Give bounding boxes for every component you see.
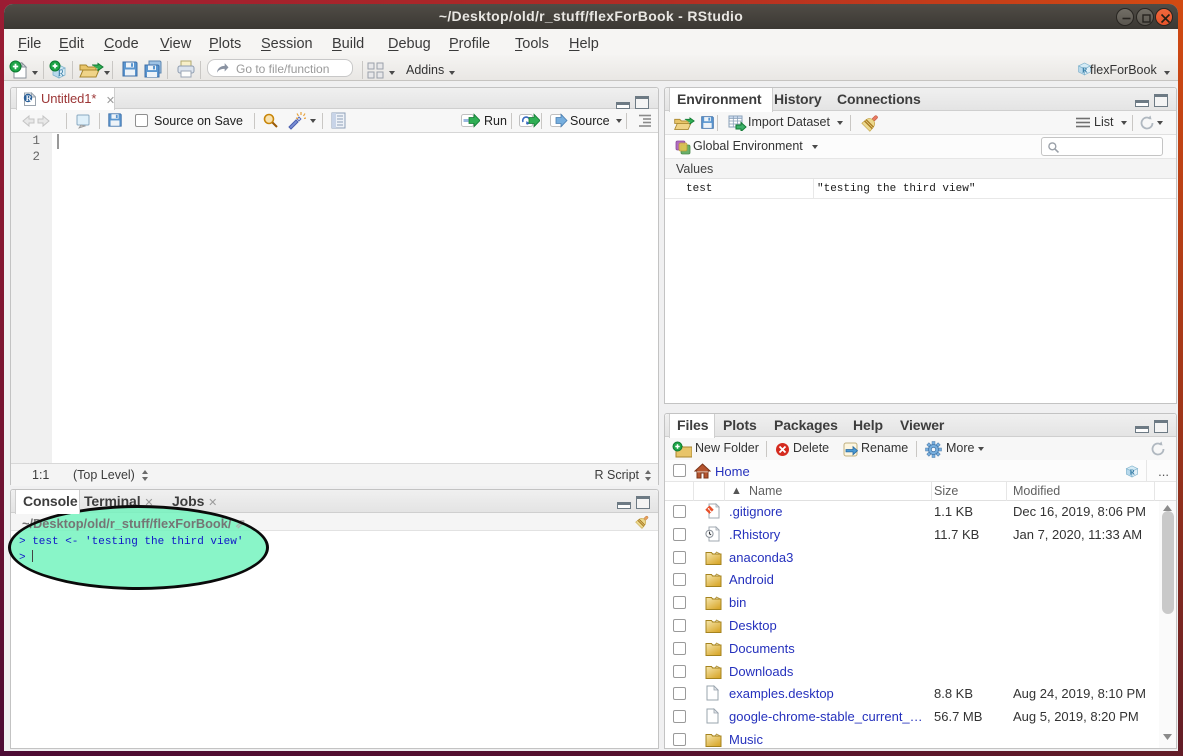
svg-text:R: R bbox=[1130, 469, 1136, 477]
svg-text:R: R bbox=[26, 94, 32, 103]
svg-text:R: R bbox=[1082, 65, 1088, 74]
